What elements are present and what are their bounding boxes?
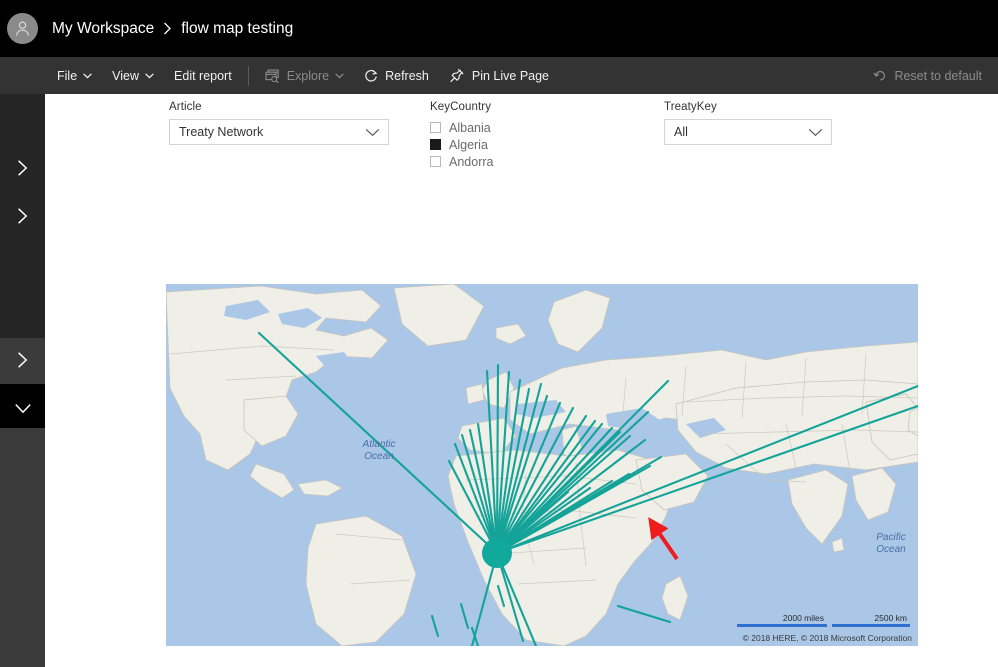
top-header-bar: My Workspace flow map testing xyxy=(0,0,998,57)
slicer-key-country: KeyCountry Albania Algeria Andorra xyxy=(430,101,610,170)
chevron-down-icon xyxy=(83,72,92,79)
chevron-down-icon xyxy=(335,72,344,79)
rail-section-bottom xyxy=(0,428,45,667)
breadcrumb: My Workspace flow map testing xyxy=(52,20,293,38)
scale-miles: 2000 miles xyxy=(737,612,827,627)
checkbox-label: Albania xyxy=(449,120,491,135)
scale-km-bar xyxy=(832,624,910,627)
user-avatar-icon[interactable] xyxy=(7,13,38,44)
left-navigation-rail xyxy=(0,94,45,667)
file-menu-label: File xyxy=(57,68,78,83)
edit-report-label: Edit report xyxy=(174,68,232,83)
slicer-treaty-key-title: TreatyKey xyxy=(664,101,717,113)
pin-live-page-label: Pin Live Page xyxy=(471,68,550,83)
checkbox-row-albania[interactable]: Albania xyxy=(430,119,610,136)
map-scale-bar: 2000 miles 2500 km xyxy=(737,612,910,627)
rail-expand-chevron-1[interactable] xyxy=(0,154,45,182)
reset-to-default-label: Reset to default xyxy=(894,68,982,83)
checkbox-label: Andorra xyxy=(449,154,494,169)
checkbox-row-andorra[interactable]: Andorra xyxy=(430,153,610,170)
explore-menu-button[interactable]: Explore xyxy=(255,57,354,94)
toolbar-divider xyxy=(247,65,249,86)
checkbox-icon-checked[interactable] xyxy=(430,139,441,150)
pin-icon xyxy=(449,68,465,83)
treaty-key-dropdown[interactable]: All xyxy=(664,119,832,145)
slicer-treaty-key: TreatyKey All xyxy=(664,101,832,145)
edit-report-button[interactable]: Edit report xyxy=(164,57,242,94)
scale-miles-bar xyxy=(737,624,827,627)
refresh-label: Refresh xyxy=(385,68,429,83)
checkbox-icon[interactable] xyxy=(430,156,441,167)
treaty-key-dropdown-value: All xyxy=(674,125,688,139)
pin-live-page-button[interactable]: Pin Live Page xyxy=(439,57,559,94)
slicer-article: Article Treaty Network xyxy=(169,101,389,145)
undo-arrow-icon xyxy=(873,69,887,83)
chevron-down-icon xyxy=(365,128,380,137)
slicer-key-country-title: KeyCountry xyxy=(430,101,492,113)
chevron-down-icon xyxy=(145,72,154,79)
rail-expand-chevron-3[interactable] xyxy=(0,346,45,374)
scale-km-label: 2500 km xyxy=(874,613,907,623)
hub-node-algeria[interactable] xyxy=(482,538,512,568)
chevron-down-icon xyxy=(808,128,823,137)
article-dropdown-value: Treaty Network xyxy=(179,125,264,139)
article-dropdown[interactable]: Treaty Network xyxy=(169,119,389,145)
explore-icon xyxy=(265,68,280,83)
key-country-checkbox-list: Albania Algeria Andorra xyxy=(430,119,610,170)
powerbi-report-window: My Workspace flow map testing File View xyxy=(0,0,998,667)
checkbox-label: Algeria xyxy=(449,137,488,152)
explore-label: Explore xyxy=(286,68,330,83)
breadcrumb-report-name: flow map testing xyxy=(181,19,294,37)
report-canvas: Article Treaty Network KeyCountry Albani… xyxy=(45,94,998,667)
file-menu-button[interactable]: File xyxy=(47,57,102,94)
map-attribution: © 2018 HERE, © 2018 Microsoft Corporatio… xyxy=(742,633,912,643)
flow-map-visual[interactable]: Atlantic Ocean Pacific Ocean Indian Ocea… xyxy=(166,284,918,646)
view-menu-button[interactable]: View xyxy=(102,57,164,94)
red-arrow-india xyxy=(648,517,679,561)
slicer-article-title: Article xyxy=(169,101,202,113)
report-toolbar: File View Edit report Explore Refresh Pi… xyxy=(0,57,998,94)
scale-km: 2500 km xyxy=(832,612,910,627)
breadcrumb-separator-icon xyxy=(163,22,172,35)
map-graphics xyxy=(166,284,918,646)
breadcrumb-workspace[interactable]: My Workspace xyxy=(52,20,154,38)
scale-miles-label: 2000 miles xyxy=(782,613,824,623)
reset-to-default-button[interactable]: Reset to default xyxy=(863,57,992,94)
checkbox-row-algeria[interactable]: Algeria xyxy=(430,136,610,153)
checkbox-icon[interactable] xyxy=(430,122,441,133)
rail-collapse-chevron-down[interactable] xyxy=(0,394,45,422)
view-menu-label: View xyxy=(112,68,140,83)
rail-expand-chevron-2[interactable] xyxy=(0,202,45,230)
refresh-icon xyxy=(364,69,378,83)
refresh-button[interactable]: Refresh xyxy=(354,57,439,94)
